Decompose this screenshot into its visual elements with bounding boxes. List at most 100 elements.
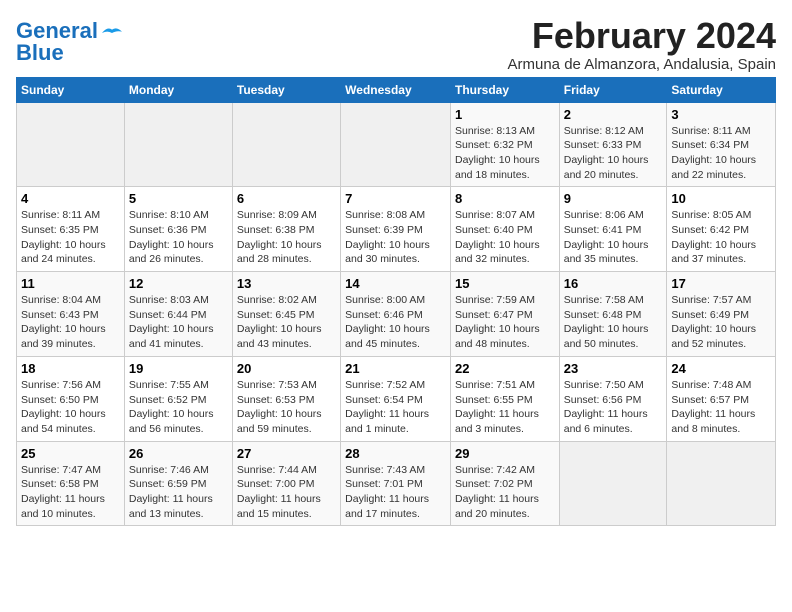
calendar-cell: 5Sunrise: 8:10 AM Sunset: 6:36 PM Daylig… [124,187,232,272]
day-info: Sunrise: 7:57 AM Sunset: 6:49 PM Dayligh… [671,293,771,352]
day-number: 16 [564,276,663,291]
calendar-cell: 23 Sunrise: 7:50 AM Sunset: 6:56 PM Dayli… [559,356,667,441]
logo-text: GeneralBlue [16,20,98,64]
calendar-cell: 20 Sunrise: 7:53 AM Sunset: 6:53 PM Dayli… [232,356,340,441]
calendar-cell: 7Sunrise: 8:08 AM Sunset: 6:39 PM Daylig… [341,187,451,272]
day-number: 14 [345,276,446,291]
calendar-header-row: SundayMondayTuesdayWednesdayThursdayFrid… [17,77,776,102]
day-info: Sunrise: 7:44 AM Sunset: 7:00 PM Dayligh… [237,463,336,522]
logo-bird-icon [102,26,122,40]
day-info: Sunrise: 7:48 AM Sunset: 6:57 PM Dayligh… [671,378,771,437]
calendar-cell [667,441,776,526]
calendar-cell: 15 Sunrise: 7:59 AM Sunset: 6:47 PM Dayli… [450,272,559,357]
day-number: 6 [237,191,336,206]
calendar-week-row: 18Sunrise: 7:56 AM Sunset: 6:50 PM Dayli… [17,356,776,441]
day-info: Sunrise: 8:11 AM Sunset: 6:34 PM Dayligh… [671,124,771,183]
day-number: 1 [455,107,555,122]
calendar-week-row: 1 Sunrise: 8:13 AM Sunset: 6:32 PM Daylig… [17,102,776,187]
day-info: Sunrise: 8:13 AM Sunset: 6:32 PM Dayligh… [455,124,555,183]
calendar-cell: 17 Sunrise: 7:57 AM Sunset: 6:49 PM Dayli… [667,272,776,357]
day-number: 29 [455,446,555,461]
calendar-cell: 25 Sunrise: 7:47 AM Sunset: 6:58 PM Dayli… [17,441,125,526]
day-info: Sunrise: 7:59 AM Sunset: 6:47 PM Dayligh… [455,293,555,352]
day-number: 19 [129,361,228,376]
calendar-cell [232,102,340,187]
calendar-cell: 6 Sunrise: 8:09 AM Sunset: 6:38 PM Daylig… [232,187,340,272]
day-info: Sunrise: 7:47 AM Sunset: 6:58 PM Dayligh… [21,463,120,522]
day-info: Sunrise: 8:03 AM Sunset: 6:44 PM Dayligh… [129,293,228,352]
day-number: 8 [455,191,555,206]
day-number: 11 [21,276,120,291]
calendar-cell: 29 Sunrise: 7:42 AM Sunset: 7:02 PM Dayli… [450,441,559,526]
day-info: Sunrise: 8:09 AM Sunset: 6:38 PM Dayligh… [237,208,336,267]
day-number: 3 [671,107,771,122]
day-info: Sunrise: 7:43 AM Sunset: 7:01 PM Dayligh… [345,463,446,522]
day-number: 10 [671,191,771,206]
day-number: 27 [237,446,336,461]
column-header-tuesday: Tuesday [232,77,340,102]
day-info: Sunrise: 8:04 AM Sunset: 6:43 PM Dayligh… [21,293,120,352]
calendar-cell: 28 Sunrise: 7:43 AM Sunset: 7:01 PM Dayli… [341,441,451,526]
day-number: 12 [129,276,228,291]
location-title: Armuna de Almanzora, Andalusia, Spain [508,56,777,73]
calendar-cell: 11 Sunrise: 8:04 AM Sunset: 6:43 PM Dayli… [17,272,125,357]
day-number: 24 [671,361,771,376]
calendar-cell: 2Sunrise: 8:12 AM Sunset: 6:33 PM Daylig… [559,102,667,187]
calendar-cell [17,102,125,187]
day-number: 26 [129,446,228,461]
day-number: 5 [129,191,228,206]
day-info: Sunrise: 8:11 AM Sunset: 6:35 PM Dayligh… [21,208,120,267]
day-info: Sunrise: 8:06 AM Sunset: 6:41 PM Dayligh… [564,208,663,267]
calendar-cell [341,102,451,187]
column-header-saturday: Saturday [667,77,776,102]
calendar-cell [124,102,232,187]
calendar-cell: 12 Sunrise: 8:03 AM Sunset: 6:44 PM Dayli… [124,272,232,357]
day-info: Sunrise: 8:05 AM Sunset: 6:42 PM Dayligh… [671,208,771,267]
day-info: Sunrise: 7:58 AM Sunset: 6:48 PM Dayligh… [564,293,663,352]
day-number: 4 [21,191,120,206]
day-number: 28 [345,446,446,461]
day-info: Sunrise: 8:02 AM Sunset: 6:45 PM Dayligh… [237,293,336,352]
calendar-cell: 3 Sunrise: 8:11 AM Sunset: 6:34 PM Daylig… [667,102,776,187]
day-info: Sunrise: 7:51 AM Sunset: 6:55 PM Dayligh… [455,378,555,437]
calendar-week-row: 4 Sunrise: 8:11 AM Sunset: 6:35 PM Daylig… [17,187,776,272]
calendar-cell: 24 Sunrise: 7:48 AM Sunset: 6:57 PM Dayli… [667,356,776,441]
column-header-sunday: Sunday [17,77,125,102]
calendar-cell: 16 Sunrise: 7:58 AM Sunset: 6:48 PM Dayli… [559,272,667,357]
calendar-cell: 18Sunrise: 7:56 AM Sunset: 6:50 PM Dayli… [17,356,125,441]
calendar-cell: 22 Sunrise: 7:51 AM Sunset: 6:55 PM Dayli… [450,356,559,441]
day-info: Sunrise: 7:56 AM Sunset: 6:50 PM Dayligh… [21,378,120,437]
calendar-cell: 9Sunrise: 8:06 AM Sunset: 6:41 PM Daylig… [559,187,667,272]
day-info: Sunrise: 7:55 AM Sunset: 6:52 PM Dayligh… [129,378,228,437]
day-number: 15 [455,276,555,291]
day-number: 2 [564,107,663,122]
day-number: 13 [237,276,336,291]
day-number: 17 [671,276,771,291]
calendar-cell: 13 Sunrise: 8:02 AM Sunset: 6:45 PM Dayli… [232,272,340,357]
header: GeneralBlue February 2024 Armuna de Alma… [16,16,776,73]
calendar-cell: 19 Sunrise: 7:55 AM Sunset: 6:52 PM Dayli… [124,356,232,441]
day-info: Sunrise: 8:07 AM Sunset: 6:40 PM Dayligh… [455,208,555,267]
column-header-wednesday: Wednesday [341,77,451,102]
day-info: Sunrise: 8:00 AM Sunset: 6:46 PM Dayligh… [345,293,446,352]
day-info: Sunrise: 7:50 AM Sunset: 6:56 PM Dayligh… [564,378,663,437]
day-number: 22 [455,361,555,376]
day-number: 25 [21,446,120,461]
day-number: 7 [345,191,446,206]
calendar-cell: 4 Sunrise: 8:11 AM Sunset: 6:35 PM Daylig… [17,187,125,272]
day-number: 20 [237,361,336,376]
logo: GeneralBlue [16,20,122,64]
day-number: 23 [564,361,663,376]
column-header-monday: Monday [124,77,232,102]
calendar-week-row: 25 Sunrise: 7:47 AM Sunset: 6:58 PM Dayli… [17,441,776,526]
calendar-week-row: 11 Sunrise: 8:04 AM Sunset: 6:43 PM Dayli… [17,272,776,357]
column-header-friday: Friday [559,77,667,102]
day-info: Sunrise: 7:42 AM Sunset: 7:02 PM Dayligh… [455,463,555,522]
title-area: February 2024 Armuna de Almanzora, Andal… [508,16,777,73]
day-info: Sunrise: 7:46 AM Sunset: 6:59 PM Dayligh… [129,463,228,522]
day-info: Sunrise: 7:53 AM Sunset: 6:53 PM Dayligh… [237,378,336,437]
calendar-cell [559,441,667,526]
calendar-cell: 14 Sunrise: 8:00 AM Sunset: 6:46 PM Dayli… [341,272,451,357]
month-title: February 2024 [508,16,777,56]
calendar-cell: 27 Sunrise: 7:44 AM Sunset: 7:00 PM Dayli… [232,441,340,526]
